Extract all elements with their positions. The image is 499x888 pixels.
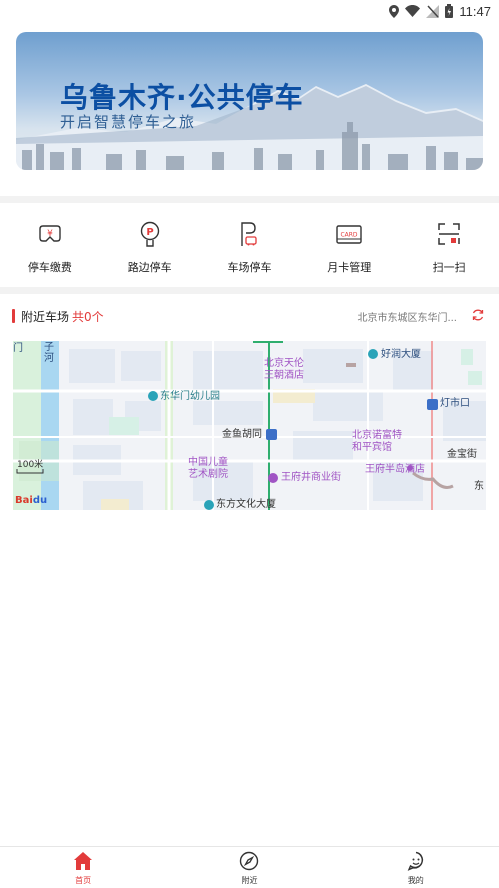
svg-text:CARD: CARD	[341, 232, 358, 239]
refresh-icon[interactable]	[471, 308, 485, 322]
section-divider	[0, 287, 499, 294]
map-view[interactable]: 北京天伦 王朝酒店 好润大厦 东华门幼儿园 灯市口 金鱼胡同 北京诺富特 和平宾…	[13, 341, 486, 510]
roadside-parking-icon: P	[140, 221, 159, 247]
nearby-count: 共0个	[72, 310, 104, 324]
baidu-map-logo: Baidu	[15, 495, 48, 506]
no-signal-icon	[426, 4, 440, 18]
quick-menu-label: 停车缴费	[27, 261, 72, 274]
banner-subtitle: 开启智慧停车之旅	[60, 113, 197, 131]
profile-icon	[407, 851, 423, 871]
map-label: 东方文化大厦	[216, 499, 276, 510]
quick-menu-label: 扫一扫	[432, 261, 466, 274]
quick-menu-label: 路边停车	[127, 261, 172, 274]
current-address[interactable]: 北京市东城区东华门...	[357, 309, 457, 324]
location-icon	[389, 4, 400, 18]
nearby-header: 附近车场 共0个 北京市东城区东华门...	[0, 300, 499, 332]
map-label: 灯市口	[440, 398, 470, 409]
map-label: 东	[474, 481, 484, 492]
section-accent-bar	[12, 309, 15, 323]
wifi-icon	[405, 5, 421, 17]
quick-menu: ¥ 停车缴费 P 路边停车 车场停车 CARD 月卡管理 扫一扫	[0, 203, 499, 287]
quick-menu-scan[interactable]: 扫一扫	[399, 203, 499, 287]
map-label: 好润大厦	[381, 349, 421, 360]
compass-icon	[240, 851, 259, 871]
month-card-icon: CARD	[336, 225, 362, 244]
map-label: 金鱼胡同	[222, 429, 262, 440]
banner-title: 乌鲁木齐·公共停车	[60, 81, 304, 114]
nav-label: 我的	[407, 876, 424, 885]
section-divider	[0, 196, 499, 203]
map-label: 河	[44, 353, 54, 364]
map-scale: 100米	[17, 460, 44, 470]
nav-label: 首页	[75, 876, 92, 885]
nav-label: 附近	[241, 876, 258, 885]
nav-profile[interactable]: 我的	[333, 847, 499, 888]
map-label: 北京诺富特 和平宾馆	[352, 430, 402, 453]
quick-menu-lot-parking[interactable]: 车场停车	[200, 203, 300, 287]
lot-parking-icon	[241, 222, 258, 246]
map-label: 东华门幼儿园	[160, 391, 220, 402]
nearby-title: 附近车场	[21, 310, 70, 324]
battery-icon	[445, 4, 454, 18]
map-label: 中国儿童 艺术剧院	[188, 457, 228, 480]
banner[interactable]: 乌鲁木齐·公共停车 开启智慧停车之旅	[16, 32, 483, 170]
map-label: 金宝街	[447, 449, 477, 460]
map-label: 门	[13, 343, 23, 354]
map-base	[13, 341, 486, 510]
nav-home[interactable]: 首页	[0, 847, 166, 888]
quick-menu-month-card[interactable]: CARD 月卡管理	[299, 203, 399, 287]
status-icons: 11:47	[389, 2, 491, 20]
map-label: 王府井商业街	[281, 472, 341, 483]
quick-menu-label: 车场停车	[227, 261, 272, 274]
status-bar: 11:47	[0, 0, 499, 22]
svg-text:P: P	[146, 227, 153, 238]
map-label: 王府半岛酒店	[365, 464, 425, 475]
quick-menu-roadside-parking[interactable]: P 路边停车	[100, 203, 200, 287]
parking-fee-icon: ¥	[39, 225, 61, 242]
nav-nearby[interactable]: 附近	[166, 847, 332, 888]
bottom-nav: 首页 附近 我的	[0, 846, 499, 888]
home-icon	[74, 852, 93, 870]
map-label: 北京天伦 王朝酒店	[264, 358, 304, 381]
quick-menu-parking-fee[interactable]: ¥ 停车缴费	[0, 203, 100, 287]
scan-icon	[438, 223, 460, 245]
svg-text:¥: ¥	[47, 229, 53, 239]
quick-menu-label: 月卡管理	[327, 261, 372, 274]
status-time: 11:47	[459, 3, 491, 19]
